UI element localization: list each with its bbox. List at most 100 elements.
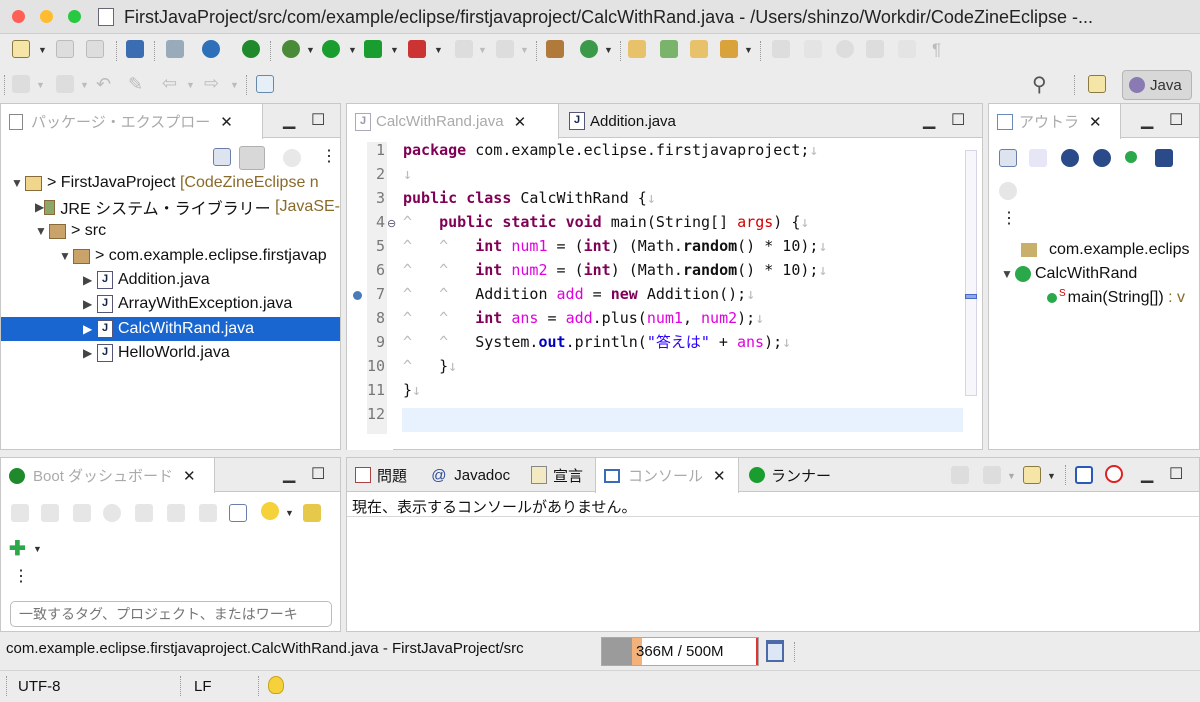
new-wizard-icon[interactable]	[12, 40, 30, 58]
last-edit-icon[interactable]: ↶	[96, 74, 111, 95]
link-with-editor-icon[interactable]	[239, 146, 265, 170]
minimize-icon[interactable]: ▁	[283, 110, 295, 130]
filters-icon[interactable]	[283, 149, 301, 167]
close-tab-icon[interactable]: ✕	[183, 467, 196, 485]
tab-javadoc[interactable]: @ Javadoc	[423, 458, 518, 492]
tree-item-project[interactable]: ▼ > FirstJavaProject [CodeZineEclipse n	[1, 171, 340, 195]
collapse-all-icon[interactable]	[213, 148, 231, 166]
terminal-icon[interactable]	[126, 40, 144, 58]
heap-status-bar[interactable]: 366M / 500M	[601, 637, 759, 666]
open-type-icon[interactable]	[628, 40, 646, 58]
start-icon[interactable]	[11, 504, 29, 522]
pilcrow-icon[interactable]: ¶	[932, 40, 941, 60]
maximize-icon[interactable]: ☐	[1169, 464, 1183, 484]
go-to-icon[interactable]	[167, 504, 185, 522]
new-java-package-icon[interactable]	[546, 40, 564, 58]
edit-icon[interactable]	[199, 504, 217, 522]
spell-check-icon[interactable]	[1105, 465, 1123, 483]
stop-icon[interactable]	[73, 504, 91, 522]
minimize-icon[interactable]: ▁	[283, 464, 295, 484]
tab-runner[interactable]: ランナー	[741, 458, 839, 492]
tree-item-package[interactable]: ▼ > com.example.eclipse.firstjavap	[1, 244, 340, 268]
minimize-icon[interactable]: ▁	[1141, 464, 1153, 484]
back-arrow-icon[interactable]: ⇦	[162, 73, 177, 94]
tree-item-jre-library[interactable]: ▶ JRE システム・ライブラリー [JavaSE-	[1, 195, 340, 219]
close-tab-icon[interactable]: ✕	[1089, 113, 1102, 131]
expanded-triangle-icon[interactable]: ▼	[1001, 267, 1015, 281]
next-annotation-icon[interactable]	[12, 75, 30, 93]
expanded-triangle-icon[interactable]: ▼	[59, 249, 73, 263]
zoom-window-button[interactable]	[68, 10, 81, 23]
open-resource-icon[interactable]	[690, 40, 708, 58]
view-menu-icon[interactable]: ⋮	[13, 566, 29, 586]
hide-local-types-icon[interactable]	[1155, 149, 1173, 167]
coverage-icon[interactable]	[364, 40, 382, 58]
toggle-highlight-icon[interactable]	[804, 40, 822, 58]
maximize-icon[interactable]: ☐	[951, 110, 965, 130]
open-browser-icon[interactable]	[103, 504, 121, 522]
expanded-triangle-icon[interactable]: ▼	[11, 176, 25, 190]
forward-arrow-icon[interactable]: ⇨	[204, 73, 219, 94]
close-tab-icon[interactable]: ✕	[514, 113, 527, 131]
outline-item-method[interactable]: S main(String[]) : v	[989, 286, 1199, 310]
previous-annotation-icon[interactable]	[56, 75, 74, 93]
garbage-collect-trash-icon[interactable]	[766, 640, 784, 662]
minimize-icon[interactable]: ▁	[923, 110, 935, 130]
save-icon[interactable]	[56, 40, 74, 58]
debug-bug-icon[interactable]	[282, 40, 300, 58]
mark-occurrences-icon[interactable]	[772, 40, 790, 58]
expose-icon[interactable]	[303, 504, 321, 522]
tree-item-file[interactable]: ▶ J HelloWorld.java	[1, 341, 340, 365]
pin-console-icon[interactable]	[951, 466, 969, 484]
collapsed-triangle-icon[interactable]: ▶	[83, 297, 97, 311]
tips-lightbulb-icon[interactable]	[268, 676, 284, 694]
tree-item-file[interactable]: ▶ J Addition.java	[1, 268, 340, 292]
open-perspective-icon[interactable]	[1088, 75, 1106, 93]
tree-item-src[interactable]: ▼ > src	[1, 219, 340, 243]
stop-icon[interactable]	[455, 40, 473, 58]
save-all-icon[interactable]	[86, 40, 104, 58]
collapse-all-icon[interactable]	[999, 149, 1017, 167]
boot-dashboard-icon[interactable]	[242, 40, 260, 58]
tab-console[interactable]: コンソール ✕	[595, 458, 739, 493]
outline-item-package[interactable]: com.example.eclips	[989, 238, 1199, 262]
view-menu-icon[interactable]: ⋮	[1001, 208, 1017, 228]
view-menu-icon[interactable]: ⋮	[321, 146, 337, 166]
hide-static-icon[interactable]	[1093, 149, 1111, 167]
new-java-class-icon[interactable]	[580, 40, 598, 58]
collapsed-triangle-icon[interactable]: ▶	[35, 200, 44, 214]
external-tools-icon[interactable]	[408, 40, 426, 58]
minimize-icon[interactable]: ▁	[1141, 110, 1153, 130]
block-selection-icon[interactable]	[836, 40, 854, 58]
minimize-window-button[interactable]	[40, 10, 53, 23]
outline-item-class[interactable]: ▼ CalcWithRand	[989, 262, 1199, 286]
close-tab-icon[interactable]: ✕	[713, 467, 726, 485]
maximize-icon[interactable]: ☐	[1169, 110, 1183, 130]
status-encoding[interactable]: UTF-8	[18, 678, 61, 695]
hide-non-public-icon[interactable]	[1125, 151, 1137, 163]
tab-editor-addition[interactable]: J Addition.java	[561, 104, 684, 138]
close-window-button[interactable]	[12, 10, 25, 23]
word-wrap-icon[interactable]	[866, 40, 884, 58]
tree-item-file-selected[interactable]: ▶ J CalcWithRand.java	[1, 317, 340, 341]
maximize-icon[interactable]: ☐	[311, 110, 325, 130]
disconnect-icon[interactable]	[496, 40, 514, 58]
tree-item-file[interactable]: ▶ J ArrayWithException.java	[1, 292, 340, 316]
open-task-icon[interactable]	[660, 40, 678, 58]
collapsed-triangle-icon[interactable]: ▶	[83, 346, 97, 360]
skip-breakpoints-icon[interactable]	[166, 40, 184, 58]
display-console-icon[interactable]	[983, 466, 1001, 484]
search-icon[interactable]: ⚲	[1032, 72, 1047, 97]
open-console-icon[interactable]	[1023, 466, 1041, 484]
close-tab-icon[interactable]: ✕	[220, 113, 233, 131]
expanded-triangle-icon[interactable]: ▼	[35, 224, 49, 238]
add-plus-icon[interactable]: ✚	[9, 536, 26, 561]
debug-icon[interactable]	[41, 504, 59, 522]
maximize-icon[interactable]: ☐	[311, 464, 325, 484]
tab-package-explorer[interactable]: パッケージ・エクスプロー ✕	[1, 104, 263, 139]
overview-ruler[interactable]	[965, 150, 977, 396]
pin-editor-icon[interactable]: ✎	[128, 74, 143, 95]
search-flashlight-icon[interactable]	[720, 40, 738, 58]
open-console-icon[interactable]	[135, 504, 153, 522]
tab-problems[interactable]: 問題	[347, 458, 415, 492]
